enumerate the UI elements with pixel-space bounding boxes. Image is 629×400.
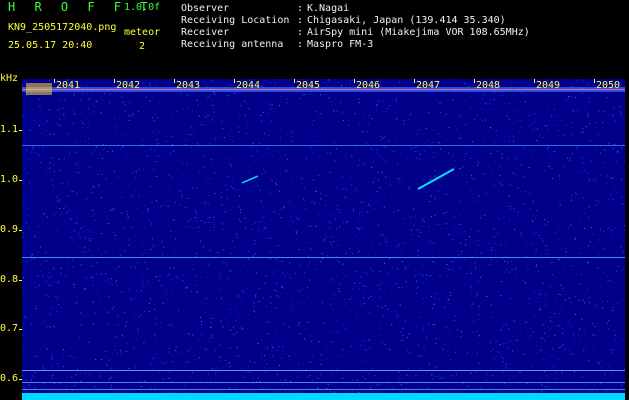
y-tick-label: 1.0 bbox=[0, 174, 19, 185]
x-tick-label: 2045 bbox=[296, 80, 321, 91]
x-tick-mark bbox=[294, 79, 295, 83]
x-tick-label: 2043 bbox=[176, 80, 201, 91]
receiver-value: AirSpy mini (Miakejima VOR 108.65MHz) bbox=[307, 27, 530, 38]
separator: : bbox=[297, 27, 304, 38]
location-value: Chigasaki, Japan (139.414 35.340) bbox=[307, 15, 506, 26]
location-label: Receiving Location bbox=[181, 15, 290, 26]
x-tick-mark bbox=[54, 79, 55, 83]
meteor-echo bbox=[417, 168, 455, 190]
x-tick-mark bbox=[534, 79, 535, 83]
x-tick-label: 2041 bbox=[56, 80, 81, 91]
separator: : bbox=[297, 3, 304, 14]
noise-layer bbox=[22, 79, 625, 400]
observer-label: Observer bbox=[181, 3, 230, 14]
x-tick-label: 2050 bbox=[596, 80, 621, 91]
x-tick-label: 2044 bbox=[236, 80, 261, 91]
x-tick-mark bbox=[414, 79, 415, 83]
x-tick-label: 2049 bbox=[536, 80, 561, 91]
y-tick-label: 0.8 bbox=[0, 274, 19, 285]
x-tick-mark bbox=[354, 79, 355, 83]
separator: : bbox=[297, 15, 304, 26]
x-tick-label: 2048 bbox=[476, 80, 501, 91]
spectrogram-canvas bbox=[22, 79, 625, 400]
x-tick-label: 2042 bbox=[116, 80, 141, 91]
meteor-echo bbox=[241, 175, 259, 184]
spectrogram-window: H R O F F T 1.0.0f KN9_2505172040.png 25… bbox=[0, 0, 629, 400]
separator: : bbox=[297, 39, 304, 50]
antenna-label: Receiving antenna bbox=[181, 39, 284, 50]
carrier-line bbox=[22, 89, 625, 90]
x-tick-mark bbox=[474, 79, 475, 83]
x-tick-label: 2047 bbox=[416, 80, 441, 91]
carrier-line bbox=[22, 382, 625, 383]
carrier-line bbox=[22, 257, 625, 258]
carrier-line bbox=[22, 389, 625, 390]
y-tick-label: 0.9 bbox=[0, 224, 19, 235]
meteor-label: meteor bbox=[124, 27, 161, 38]
carrier-hotspot bbox=[26, 83, 52, 95]
carrier-line bbox=[22, 370, 625, 371]
antenna-value: Maspro FM-3 bbox=[307, 39, 374, 50]
datetime-label: 25.05.17 20:40 bbox=[8, 40, 93, 51]
y-unit-label: kHz bbox=[0, 73, 19, 84]
x-tick-mark bbox=[114, 79, 115, 83]
x-tick-label: 2046 bbox=[356, 80, 381, 91]
observer-value: K.Nagai bbox=[307, 3, 350, 14]
baseline-band bbox=[22, 393, 625, 400]
y-tick-label: 0.7 bbox=[0, 323, 19, 334]
version-label: 1.0.0f bbox=[124, 2, 161, 13]
y-tick-label: 0.6 bbox=[0, 373, 19, 384]
x-tick-mark bbox=[234, 79, 235, 83]
spectrogram-plot bbox=[22, 79, 625, 400]
x-tick-mark bbox=[594, 79, 595, 83]
x-tick-mark bbox=[174, 79, 175, 83]
y-tick-label: 1.1 bbox=[0, 124, 19, 135]
receiver-label: Receiver bbox=[181, 27, 230, 38]
meteor-count: 2 bbox=[139, 41, 146, 52]
carrier-line bbox=[22, 145, 625, 146]
filename-label: KN9_2505172040.png bbox=[8, 22, 117, 33]
